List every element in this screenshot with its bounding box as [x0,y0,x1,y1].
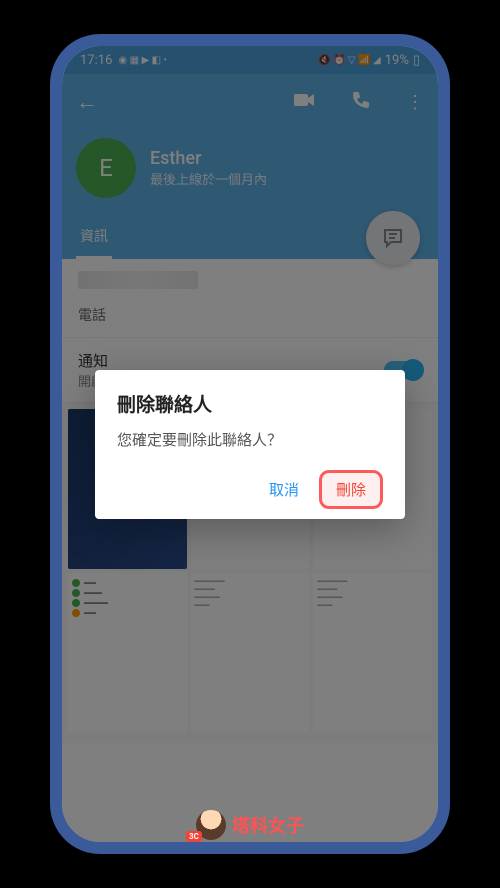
dialog-overlay[interactable]: 刪除聯絡人 您確定要刪除此聯絡人？ 取消 刪除 [62,46,438,842]
watermark-avatar-icon: 3C [196,810,226,840]
dialog-title: 刪除聯絡人 [117,390,383,417]
phone-frame: 17:16 ◉ ▦ ▶ ◧ • 🔇 ⏰ ▽ 📶 ◢ 19% ▯ ← ⋮ E [50,34,450,854]
cancel-button[interactable]: 取消 [257,471,311,508]
watermark: 3C 塔科女子 [196,810,304,840]
watermark-badge: 3C [186,831,202,842]
delete-contact-dialog: 刪除聯絡人 您確定要刪除此聯絡人？ 取消 刪除 [95,370,405,519]
watermark-text: 塔科女子 [232,812,304,838]
dialog-message: 您確定要刪除此聯絡人？ [117,429,383,450]
phone-screen: 17:16 ◉ ▦ ▶ ◧ • 🔇 ⏰ ▽ 📶 ◢ 19% ▯ ← ⋮ E [62,46,438,842]
delete-button[interactable]: 刪除 [319,470,383,509]
